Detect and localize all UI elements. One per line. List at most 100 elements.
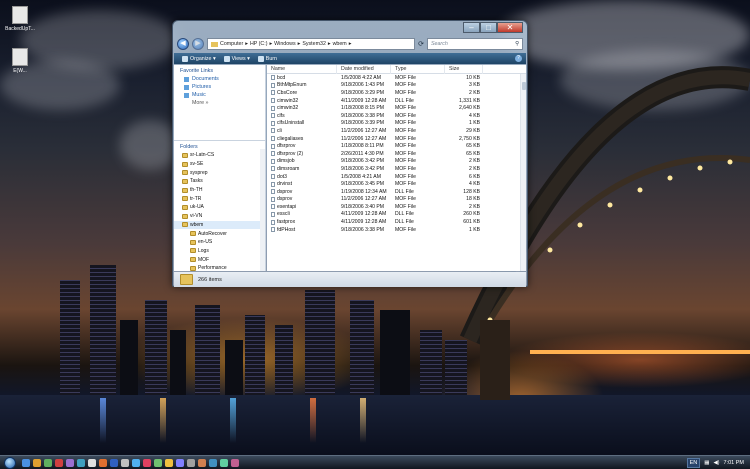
taskbar-app-icon[interactable]	[44, 458, 52, 467]
file-row[interactable]: dfsrprov (2) 2/26/2011 4:30 PM MOF File 65 …	[267, 150, 526, 158]
taskbar-app-icon[interactable]	[231, 458, 239, 467]
close-button[interactable]: ✕	[497, 22, 523, 33]
scroll-thumb[interactable]	[522, 82, 526, 90]
file-row[interactable]: esentapi 9/18/2006 3:40 PM MOF File 2 KB	[267, 203, 526, 211]
breadcrumb-windows[interactable]: Windows	[274, 41, 296, 47]
taskbar-app-icon[interactable]	[220, 458, 228, 467]
search-input[interactable]: Search ⚲	[427, 38, 523, 50]
column-size[interactable]: Size	[445, 64, 483, 74]
favorite-link-documents[interactable]: Documents	[174, 75, 265, 83]
file-row[interactable]: cimwin32 4/11/2009 12:28 AM DLL File 1,331 …	[267, 97, 526, 105]
folder-tree-item[interactable]: Performance	[174, 264, 265, 271]
file-row[interactable]: dsprov 11/2/2006 12:27 AM MOF File 18 KB	[267, 196, 526, 204]
folder-tree-item[interactable]: wbem	[174, 220, 265, 230]
taskbar-app-icon[interactable]	[143, 458, 151, 467]
file-row[interactable]: CbsCore 9/18/2006 3:29 PM MOF File 2 KB	[267, 89, 526, 97]
taskbar-app-icon[interactable]	[154, 458, 162, 467]
column-name[interactable]: Name	[267, 64, 337, 74]
organize-icon	[182, 55, 188, 62]
favorite-link-music[interactable]: Music	[174, 91, 265, 99]
file-row[interactable]: dimsjob 9/18/2006 3:42 PM MOF File 2 KB	[267, 158, 526, 166]
taskbar-app-icon[interactable]	[55, 458, 63, 467]
start-button[interactable]	[4, 456, 16, 469]
taskbar-app-icon[interactable]	[198, 458, 206, 467]
file-list-scrollbar[interactable]	[520, 74, 526, 271]
file-row[interactable]: fastprox 4/11/2009 12:28 AM DLL File 601 KB	[267, 218, 526, 226]
folder-tree-item[interactable]: vi-VN	[174, 212, 265, 221]
taskbar-app-icon[interactable]	[187, 458, 195, 467]
help-icon[interactable]: ?	[515, 55, 522, 62]
file-row[interactable]: dfsrprov 1/18/2008 8:11 PM MOF File 65 KB	[267, 142, 526, 150]
minimize-button[interactable]: –	[463, 22, 480, 33]
breadcrumb-wbem[interactable]: wbem	[333, 41, 347, 47]
folder-tree-item[interactable]: AutoRecover	[174, 229, 265, 238]
network-icon[interactable]: ▦	[704, 460, 709, 466]
file-row[interactable]: clfsUninstall 9/18/2006 3:39 PM MOF File 1 …	[267, 120, 526, 128]
file-size: 65 KB	[466, 143, 480, 150]
column-type[interactable]: Type	[391, 64, 445, 74]
folder-tree-item[interactable]: Tasks	[174, 177, 265, 186]
file-row[interactable]: drvinst 9/18/2006 3:45 PM MOF File 4 KB	[267, 180, 526, 188]
file-row[interactable]: dot3 1/5/2008 4:21 AM MOF File 6 KB	[267, 173, 526, 181]
breadcrumb-system32[interactable]: System32	[302, 41, 326, 47]
maximize-button[interactable]: □	[480, 22, 497, 33]
taskbar-app-icon[interactable]	[88, 458, 96, 467]
folder-tree-item[interactable]: tr-TR	[174, 194, 265, 203]
taskbar-app-icon[interactable]	[22, 458, 30, 467]
breadcrumb-drive[interactable]: HP (C:)	[250, 41, 268, 47]
title-bar[interactable]: – □ ✕	[173, 21, 527, 35]
language-indicator[interactable]: EN	[686, 457, 701, 468]
folder-icon	[182, 170, 188, 176]
taskbar-app-icon[interactable]	[110, 458, 118, 467]
folder-tree-item[interactable]: uk-UA	[174, 203, 265, 212]
taskbar-app-icon[interactable]	[77, 458, 85, 467]
back-button[interactable]: ◀	[177, 38, 189, 50]
desktop-icon[interactable]: BackedUpT...	[4, 6, 36, 32]
breadcrumb-computer[interactable]: Computer	[220, 41, 243, 47]
file-icon	[271, 120, 275, 126]
taskbar-app-icon[interactable]	[99, 458, 107, 467]
address-bar[interactable]: Computer ▸ HP (C:) ▸ Windows ▸ System32 …	[207, 38, 416, 50]
views-button[interactable]: Views ▾	[223, 55, 250, 62]
taskbar-app-icon[interactable]	[132, 458, 140, 467]
file-type: DLL File	[395, 97, 414, 104]
column-date-modified[interactable]: Date modified	[337, 64, 391, 74]
forward-button[interactable]: ▶	[192, 38, 204, 50]
folder-icon	[182, 187, 188, 193]
folder-scrollbar[interactable]	[260, 149, 265, 271]
folder-tree-item[interactable]: sr-Latn-CS	[174, 151, 265, 160]
folder-tree-item[interactable]: th-TH	[174, 186, 265, 195]
folders-heading[interactable]: Folders	[174, 141, 265, 151]
favorite-link-pictures[interactable]: Pictures	[174, 83, 265, 91]
folder-tree-item[interactable]: MOF	[174, 255, 265, 264]
folder-tree-item[interactable]: sv-SE	[174, 160, 265, 169]
refresh-icon[interactable]: ⟳	[418, 40, 424, 48]
folder-icon	[182, 161, 188, 167]
file-row[interactable]: cli 11/2/2006 12:27 AM MOF File 29 KB	[267, 127, 526, 135]
taskbar-app-icon[interactable]	[165, 458, 173, 467]
burn-button[interactable]: Burn	[257, 55, 277, 62]
file-row[interactable]: fdPHost 9/18/2006 3:38 PM MOF File 1 KB	[267, 226, 526, 234]
search-icon: ⚲	[515, 41, 519, 47]
clock[interactable]: 7:01 PM	[724, 460, 744, 466]
file-row[interactable]: BthMtpEnum 9/18/2006 1:43 PM MOF File 3 KB	[267, 82, 526, 90]
taskbar-app-icon[interactable]	[121, 458, 129, 467]
taskbar-app-icon[interactable]	[33, 458, 41, 467]
file-row[interactable]: esscli 4/11/2009 12:28 AM DLL File 260 KB	[267, 211, 526, 219]
folder-tree-item[interactable]: sysprep	[174, 168, 265, 177]
taskbar-app-icon[interactable]	[176, 458, 184, 467]
file-row[interactable]: dimsroam 9/18/2006 3:42 PM MOF File 2 KB	[267, 165, 526, 173]
taskbar-app-icon[interactable]	[209, 458, 217, 467]
taskbar-app-icon[interactable]	[66, 458, 74, 467]
file-row[interactable]: clfs 9/18/2006 3:38 PM MOF File 4 KB	[267, 112, 526, 120]
folder-tree-item[interactable]: en-US	[174, 238, 265, 247]
file-row[interactable]: cimwin32 1/18/2008 8:15 PM MOF File 2,640 K…	[267, 104, 526, 112]
volume-icon[interactable]: ◀)	[713, 460, 719, 466]
file-row[interactable]: cliegaliases 11/2/2006 12:27 AM MOF File 2,…	[267, 135, 526, 143]
desktop-icon[interactable]: E(W...	[4, 48, 36, 74]
more-links[interactable]: More »	[174, 99, 265, 107]
file-row[interactable]: bcd 1/5/2008 4:22 AM MOF File 10 KB	[267, 74, 526, 82]
folder-tree-item[interactable]: Logs	[174, 247, 265, 256]
file-row[interactable]: dsprov 1/19/2008 12:34 AM DLL File 128 KB	[267, 188, 526, 196]
organize-button[interactable]: Organize ▾	[182, 55, 216, 62]
